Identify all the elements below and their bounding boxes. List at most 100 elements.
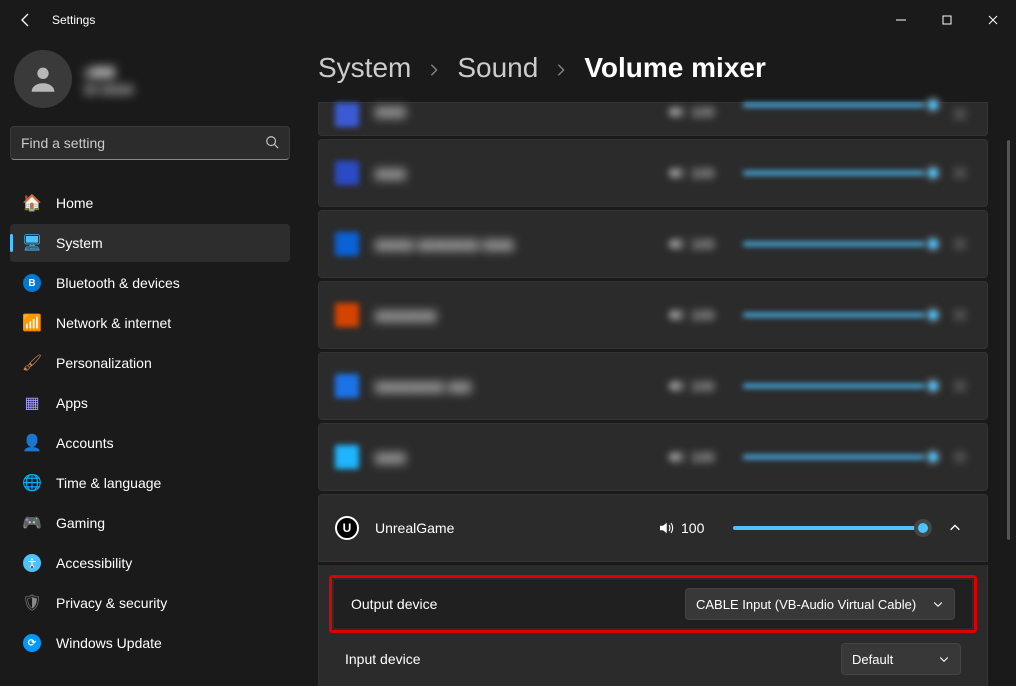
input-device-row: Input device Default	[329, 635, 977, 683]
sidebar-item-apps[interactable]: ▦Apps	[10, 384, 290, 422]
sidebar-item-windows-update[interactable]: ⟳ Windows Update	[10, 624, 290, 662]
app-icon: U	[335, 516, 359, 540]
sidebar-icon: ⟳	[22, 633, 42, 653]
sidebar-icon	[22, 553, 42, 573]
mixer-row[interactable]: ▮▮▮▮ 100	[318, 102, 988, 136]
volume-slider[interactable]	[743, 384, 933, 388]
sidebar-item-label: Home	[56, 195, 93, 211]
scrollbar[interactable]	[1007, 140, 1010, 540]
speaker-icon	[667, 103, 685, 121]
search-field[interactable]	[21, 135, 257, 151]
volume-readout: 100	[657, 519, 717, 537]
speaker-icon	[667, 235, 685, 253]
input-device-label: Input device	[345, 651, 421, 667]
sidebar-icon: 🎮	[22, 513, 42, 533]
sidebar-item-label: Privacy & security	[56, 595, 167, 611]
sidebar-item-label: Gaming	[56, 515, 105, 531]
options-icon[interactable]	[949, 162, 971, 184]
app-icon	[335, 445, 359, 469]
sidebar-item-label: Windows Update	[56, 635, 162, 651]
crumb-volume-mixer: Volume mixer	[584, 52, 766, 84]
volume-slider[interactable]	[733, 526, 923, 530]
sidebar-item-home[interactable]: 🏠 Home	[10, 184, 290, 222]
chevron-right-icon	[427, 52, 441, 84]
sidebar-item-label: Time & language	[56, 475, 161, 491]
sidebar-item-network-internet[interactable]: 📶Network & internet	[10, 304, 290, 342]
sidebar-icon: 🛡	[22, 593, 42, 613]
sidebar-item-system[interactable]: 🖥 System	[10, 224, 290, 262]
volume-slider[interactable]	[743, 171, 933, 175]
sidebar-item-accounts[interactable]: 👤 Accounts	[10, 424, 290, 462]
volume-readout: 100	[667, 103, 727, 121]
options-icon[interactable]	[949, 375, 971, 397]
volume-readout: 100	[667, 235, 727, 253]
volume-readout: 100	[667, 306, 727, 324]
options-icon[interactable]	[949, 304, 971, 326]
sidebar-item-label: System	[56, 235, 103, 251]
main-content: System Sound Volume mixer ▮▮▮▮ 100 ▮▮▮▮ 100…	[318, 48, 1016, 686]
speaker-icon	[667, 164, 685, 182]
sidebar-item-bluetooth-devices[interactable]: B Bluetooth & devices	[10, 264, 290, 302]
app-icon	[335, 103, 359, 127]
sidebar-icon: 🌐	[22, 473, 42, 493]
mixer-row[interactable]: ▮▮▮▮ 100	[318, 139, 988, 207]
search-icon	[265, 135, 279, 152]
mixer-row[interactable]: ▮▮▮▮▮▮▮▮ 100	[318, 281, 988, 349]
maximize-button[interactable]	[924, 0, 970, 40]
sidebar-item-accessibility[interactable]: Accessibility	[10, 544, 290, 582]
app-name: ▮▮▮▮	[375, 449, 651, 466]
mixer-row[interactable]: ▮▮▮▮▮ ▮▮▮▮▮▮▮▮ ▮▮▮▮ 100	[318, 210, 988, 278]
minimize-button[interactable]	[878, 0, 924, 40]
sidebar-item-privacy-security[interactable]: 🛡 Privacy & security	[10, 584, 290, 622]
sidebar-item-label: Accounts	[56, 435, 114, 451]
account-email: ▮▮ ▮▮▮▮▮	[84, 82, 134, 96]
sidebar-item-label: Bluetooth & devices	[56, 275, 180, 291]
app-name: ▮▮▮▮	[375, 103, 651, 120]
speaker-icon	[667, 448, 685, 466]
output-device-value: CABLE Input (VB-Audio Virtual Cable)	[696, 597, 916, 612]
mixer-row[interactable]: ▮▮▮▮ 100	[318, 423, 988, 491]
chevron-down-icon	[932, 598, 944, 610]
collapse-button[interactable]	[939, 512, 971, 544]
back-button[interactable]	[18, 12, 34, 28]
sidebar-icon: ▦	[22, 393, 42, 413]
sidebar-icon: 🏠	[22, 193, 42, 213]
volume-slider[interactable]	[743, 455, 933, 459]
volume-readout: 100	[667, 377, 727, 395]
account-block[interactable]: g▮▮▮ ▮▮ ▮▮▮▮▮	[10, 46, 290, 122]
options-icon[interactable]	[949, 233, 971, 255]
crumb-system[interactable]: System	[318, 52, 411, 84]
options-icon[interactable]	[949, 103, 971, 125]
input-device-dropdown[interactable]: Default	[841, 643, 961, 675]
output-device-row: Output device CABLE Input (VB-Audio Virt…	[334, 580, 972, 628]
breadcrumb: System Sound Volume mixer	[318, 48, 1016, 102]
sidebar-item-gaming[interactable]: 🎮 Gaming	[10, 504, 290, 542]
app-name: ▮▮▮▮▮ ▮▮▮▮▮▮▮▮ ▮▮▮▮	[375, 236, 651, 253]
sidebar-icon: B	[22, 273, 42, 293]
speaker-icon	[657, 519, 675, 537]
sidebar-icon: 👤	[22, 433, 42, 453]
app-name: UnrealGame	[375, 520, 641, 536]
app-name: ▮▮▮▮▮▮▮▮	[375, 307, 651, 324]
volume-readout: 100	[667, 164, 727, 182]
app-name: ▮▮▮▮	[375, 165, 651, 182]
close-button[interactable]	[970, 0, 1016, 40]
output-device-dropdown[interactable]: CABLE Input (VB-Audio Virtual Cable)	[685, 588, 955, 620]
mixer-row[interactable]: ▮▮▮▮▮▮▮▮▮ ▮▮▮100	[318, 352, 988, 420]
sidebar-item-personalization[interactable]: 🖌Personalization	[10, 344, 290, 382]
volume-slider[interactable]	[743, 313, 933, 317]
crumb-sound[interactable]: Sound	[457, 52, 538, 84]
volume-slider[interactable]	[743, 103, 933, 107]
volume-readout: 100	[667, 448, 727, 466]
chevron-right-icon	[554, 52, 568, 84]
sidebar-item-time-language[interactable]: 🌐 Time & language	[10, 464, 290, 502]
volume-slider[interactable]	[743, 242, 933, 246]
account-name: g▮▮▮	[84, 63, 134, 80]
speaker-icon	[667, 377, 685, 395]
avatar	[14, 50, 72, 108]
options-icon[interactable]	[949, 446, 971, 468]
search-input[interactable]	[10, 126, 290, 160]
sidebar-icon: 🖥	[22, 233, 42, 253]
mixer-row-unrealgame[interactable]: U UnrealGame 100	[318, 494, 988, 562]
input-device-value: Default	[852, 652, 893, 667]
